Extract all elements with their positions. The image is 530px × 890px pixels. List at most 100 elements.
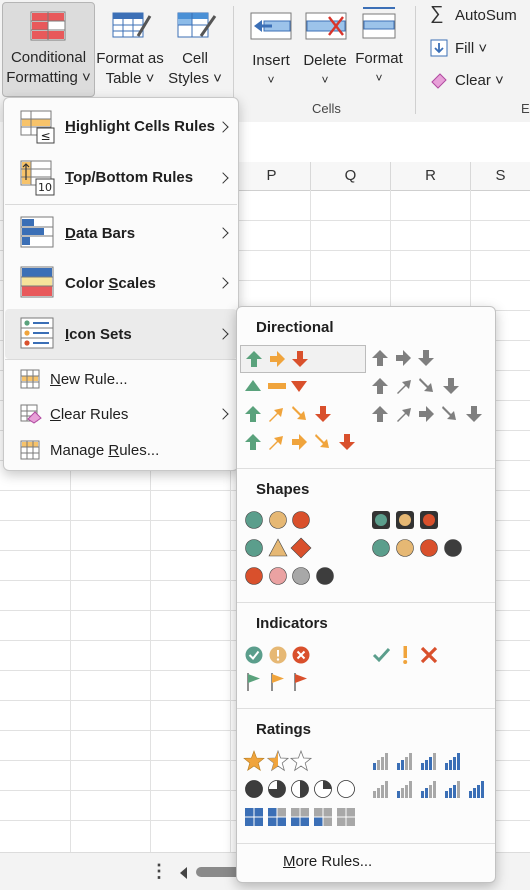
menu-item-icon-sets[interactable]: Icon Sets [5, 309, 237, 359]
chevron-right-icon [217, 277, 229, 289]
cells-group-label: Cells [312, 101, 341, 116]
more-rules-button[interactable]: More Rules... [283, 853, 372, 870]
chevron-right-icon [217, 172, 229, 184]
new-rule-label: New Rule... [50, 371, 128, 388]
more-rules-mnemonic: M [283, 853, 296, 870]
color-scales-label: Color Scales [65, 275, 156, 292]
cell-styles-label-2: Styles ˅ [168, 70, 222, 87]
format-as-table-label-1: Format as [96, 50, 164, 67]
ribbon-separator [415, 6, 416, 114]
icon-set-5-quarters[interactable] [240, 776, 364, 802]
data-bars-icon [20, 216, 54, 253]
icon-set-4-arrows-colored[interactable] [240, 401, 364, 427]
column-header-r[interactable]: R [391, 162, 471, 191]
icon-set-3-traffic-lights-rimmed[interactable] [369, 507, 449, 533]
icon-sets-submenu: Directional Shapes Indicators Ratings Mo… [236, 306, 496, 883]
cell-styles-button[interactable]: Cell Styles ˅ [165, 2, 225, 95]
icon-set-5-boxes[interactable] [240, 804, 364, 830]
scroll-left-icon[interactable] [180, 867, 187, 879]
menu-item-data-bars[interactable]: Data Bars [5, 209, 237, 257]
chevron-right-icon [217, 227, 229, 239]
submenu-separator [237, 602, 495, 603]
sigma-icon: ∑ [430, 3, 444, 24]
cell-styles-icon [177, 10, 217, 46]
menu-item-clear-rules[interactable]: Clear Rules [5, 397, 237, 431]
editing-group-label: E [521, 101, 530, 116]
new-rule-icon [20, 369, 40, 394]
column-header-s[interactable]: S [471, 162, 530, 191]
insert-chevron: ˅ [267, 73, 275, 87]
format-as-table-label-2: Table ˅ [105, 70, 155, 87]
icon-set-5-arrows-gray[interactable] [369, 401, 489, 427]
section-title-ratings: Ratings [256, 721, 312, 738]
insert-button[interactable]: Insert ˅ [244, 2, 298, 95]
icon-sets-label: Icon Sets [65, 326, 132, 343]
svg-text:≤: ≤ [40, 129, 50, 143]
icon-set-3-stars[interactable] [240, 748, 364, 774]
format-button[interactable]: Format ˅ [351, 2, 407, 95]
delete-button[interactable]: Delete ˅ [299, 2, 351, 95]
menu-item-top-bottom-rules[interactable]: 10 Top/Bottom Rules [5, 154, 237, 202]
top-bottom-rules-label: Top/Bottom Rules [65, 169, 194, 186]
top-bottom-rules-icon: 10 [20, 160, 56, 201]
menu-item-new-rule[interactable]: New Rule... [5, 362, 237, 396]
cell-styles-label-1: Cell [182, 50, 208, 67]
highlight-cells-rules-icon: ≤ [20, 110, 56, 149]
icon-set-4-ratings[interactable] [369, 748, 479, 774]
autosum-label: AutoSum [455, 7, 517, 24]
icon-set-3-symbols-uncircled[interactable] [369, 642, 449, 668]
clear-rules-label: Clear Rules [50, 406, 129, 423]
clear-label: Clear ˅ [455, 72, 504, 89]
icon-set-3-triangles[interactable] [240, 373, 364, 399]
conditional-formatting-icon [30, 11, 66, 47]
icon-set-3-signs[interactable] [240, 535, 364, 561]
menu-item-highlight-cells-rules[interactable]: ≤ Highlight Cells Rules [5, 103, 237, 151]
data-bars-label: Data Bars [65, 225, 136, 242]
delete-chevron: ˅ [321, 73, 329, 87]
format-label: Format [355, 50, 403, 67]
submenu-separator [237, 708, 495, 709]
icon-set-4-traffic-lights[interactable] [369, 535, 479, 561]
conditional-formatting-menu: ≤ Highlight Cells Rules 10 Top/Bottom Ru… [3, 97, 239, 471]
chevron-right-icon [217, 408, 229, 420]
icon-sets-icon [20, 317, 54, 354]
submenu-separator [237, 468, 495, 469]
clear-button[interactable]: Clear ˅ [430, 70, 530, 92]
format-chevron: ˅ [375, 71, 383, 85]
icon-set-red-to-black[interactable] [240, 563, 364, 589]
svg-text:10: 10 [38, 181, 52, 194]
more-options-icon[interactable]: ⋮ [150, 861, 168, 882]
delete-cells-icon [305, 12, 347, 46]
icon-set-4-arrows-gray[interactable] [369, 373, 479, 399]
menu-item-manage-rules[interactable]: Manage Rules... [5, 433, 237, 467]
menu-separator [5, 204, 237, 205]
section-title-indicators: Indicators [256, 615, 328, 632]
conditional-formatting-button[interactable]: Conditional Formatting ˅ [2, 2, 95, 97]
section-title-shapes: Shapes [256, 481, 310, 498]
fill-down-icon [430, 39, 448, 64]
icon-set-3-flags[interactable] [240, 669, 364, 695]
menu-item-color-scales[interactable]: Color Scales [5, 259, 237, 307]
column-header-p[interactable]: P [233, 162, 311, 191]
icon-set-3-arrows-gray[interactable] [369, 345, 449, 371]
delete-label: Delete [303, 52, 347, 69]
fill-button[interactable]: Fill ˅ [430, 38, 530, 60]
fill-label: Fill ˅ [455, 40, 488, 57]
submenu-separator [237, 843, 495, 844]
menu-separator [5, 359, 237, 360]
clear-rules-icon [20, 404, 42, 429]
insert-cells-icon [250, 12, 292, 46]
chevron-right-icon [217, 328, 229, 340]
icon-set-3-symbols-circled[interactable] [240, 642, 364, 668]
icon-set-5-ratings[interactable] [369, 776, 489, 802]
icon-set-3-arrows-colored[interactable] [240, 345, 366, 373]
highlight-cells-rules-label: Highlight Cells Rules [65, 118, 216, 135]
conditional-formatting-label-2: Formatting ˅ [6, 69, 91, 86]
icon-set-5-arrows-colored[interactable] [240, 429, 364, 455]
autosum-button[interactable]: ∑ AutoSum [430, 3, 530, 27]
format-as-table-button[interactable]: Format as Table ˅ [95, 2, 165, 95]
icon-set-3-traffic-lights-unrimmed[interactable] [240, 507, 364, 533]
conditional-formatting-label-1: Conditional [10, 49, 87, 66]
column-header-q[interactable]: Q [311, 162, 391, 191]
format-cells-icon [361, 6, 397, 46]
